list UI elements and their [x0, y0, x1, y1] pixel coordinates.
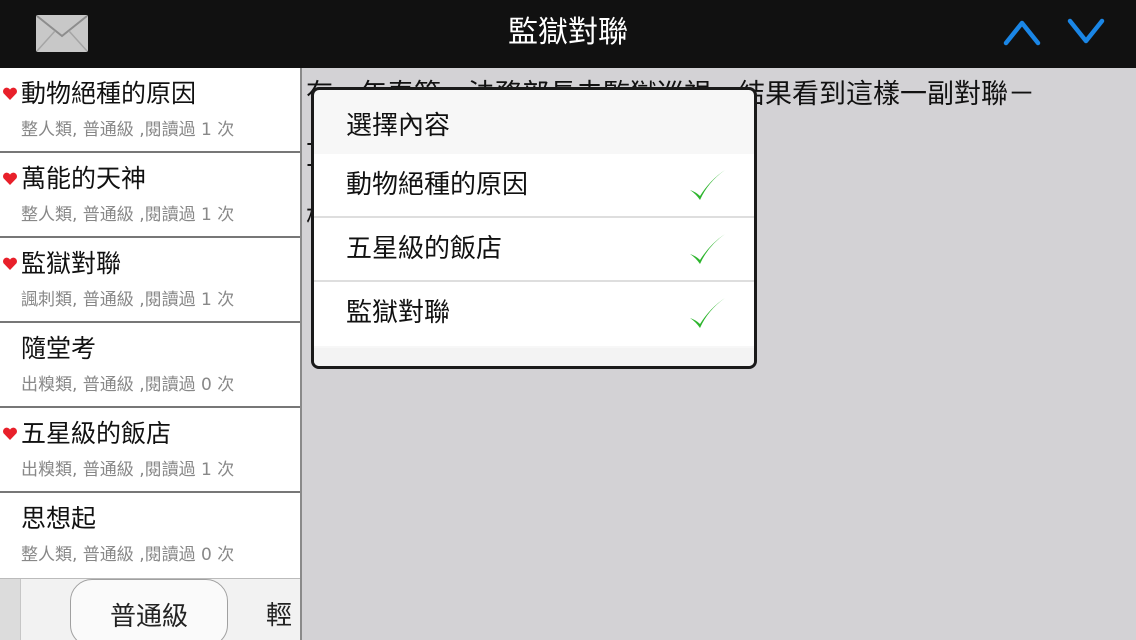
dialog-option[interactable]: 動物絕種的原因: [314, 154, 754, 218]
list-item-title: 動物絕種的原因: [21, 79, 197, 108]
dialog-option-label: 動物絕種的原因: [346, 170, 529, 200]
list-item-subtitle: 出糗類, 普通級 ,閱讀過 0 次: [21, 375, 235, 395]
list-item[interactable]: 思想起 整人類, 普通級 ,閱讀過 0 次: [0, 493, 300, 578]
list-item-title: 五星級的飯店: [21, 419, 172, 448]
list-item-subtitle: 出糗類, 普通級 ,閱讀過 1 次: [21, 460, 235, 480]
checkmark-icon: [690, 234, 725, 264]
dialog-option-label: 監獄對聯: [346, 298, 451, 328]
top-bar: 監獄對聯: [0, 0, 1136, 68]
chevron-up-icon[interactable]: [1002, 14, 1042, 50]
heart-icon: [3, 172, 17, 185]
heart-icon: [3, 87, 17, 100]
level-bar-edge: [0, 579, 21, 640]
list-item-title: 萬能的天神: [21, 164, 147, 193]
heart-icon: [3, 427, 17, 440]
dialog-option[interactable]: 五星級的飯店: [314, 218, 754, 282]
list-item[interactable]: 萬能的天神 整人類, 普通級 ,閱讀過 1 次: [0, 153, 300, 238]
list-item[interactable]: 五星級的飯店 出糗類, 普通級 ,閱讀過 1 次: [0, 408, 300, 493]
list-item-title: 監獄對聯: [21, 249, 122, 278]
list-item-subtitle: 整人類, 普通級 ,閱讀過 1 次: [21, 120, 235, 140]
list-item-subtitle: 諷刺類, 普通級 ,閱讀過 1 次: [21, 290, 235, 310]
heart-icon: [3, 257, 17, 270]
list-item-title: 隨堂考: [21, 334, 97, 363]
sidebar-divider: [300, 68, 302, 640]
checkmark-icon: [690, 170, 725, 200]
level-button[interactable]: 普通級: [70, 579, 228, 640]
list-item[interactable]: 動物絕種的原因 整人類, 普通級 ,閱讀過 1 次: [0, 68, 300, 153]
dialog-option[interactable]: 監獄對聯: [314, 282, 754, 346]
checkmark-icon: [690, 298, 725, 328]
story-list: 動物絕種的原因 整人類, 普通級 ,閱讀過 1 次 萬能的天神 整人類, 普通級…: [0, 68, 300, 578]
select-content-dialog: 選擇內容 動物絕種的原因 五星級的飯店 監獄對聯: [311, 87, 757, 369]
level-bar: 普通級 輕: [0, 578, 300, 640]
list-item[interactable]: 隨堂考 出糗類, 普通級 ,閱讀過 0 次: [0, 323, 300, 408]
next-level-button[interactable]: 輕: [266, 595, 292, 632]
list-item-subtitle: 整人類, 普通級 ,閱讀過 1 次: [21, 205, 235, 225]
list-item-title: 思想起: [21, 504, 97, 533]
list-item[interactable]: 監獄對聯 諷刺類, 普通級 ,閱讀過 1 次: [0, 238, 300, 323]
dialog-title: 選擇內容: [346, 111, 451, 141]
chevron-down-icon[interactable]: [1066, 14, 1106, 50]
page-title: 監獄對聯: [508, 15, 628, 50]
list-item-subtitle: 整人類, 普通級 ,閱讀過 0 次: [21, 545, 235, 565]
dialog-footer: [314, 348, 754, 366]
dialog-option-list: 動物絕種的原因 五星級的飯店 監獄對聯: [314, 154, 754, 346]
dialog-option-label: 五星級的飯店: [346, 234, 503, 264]
